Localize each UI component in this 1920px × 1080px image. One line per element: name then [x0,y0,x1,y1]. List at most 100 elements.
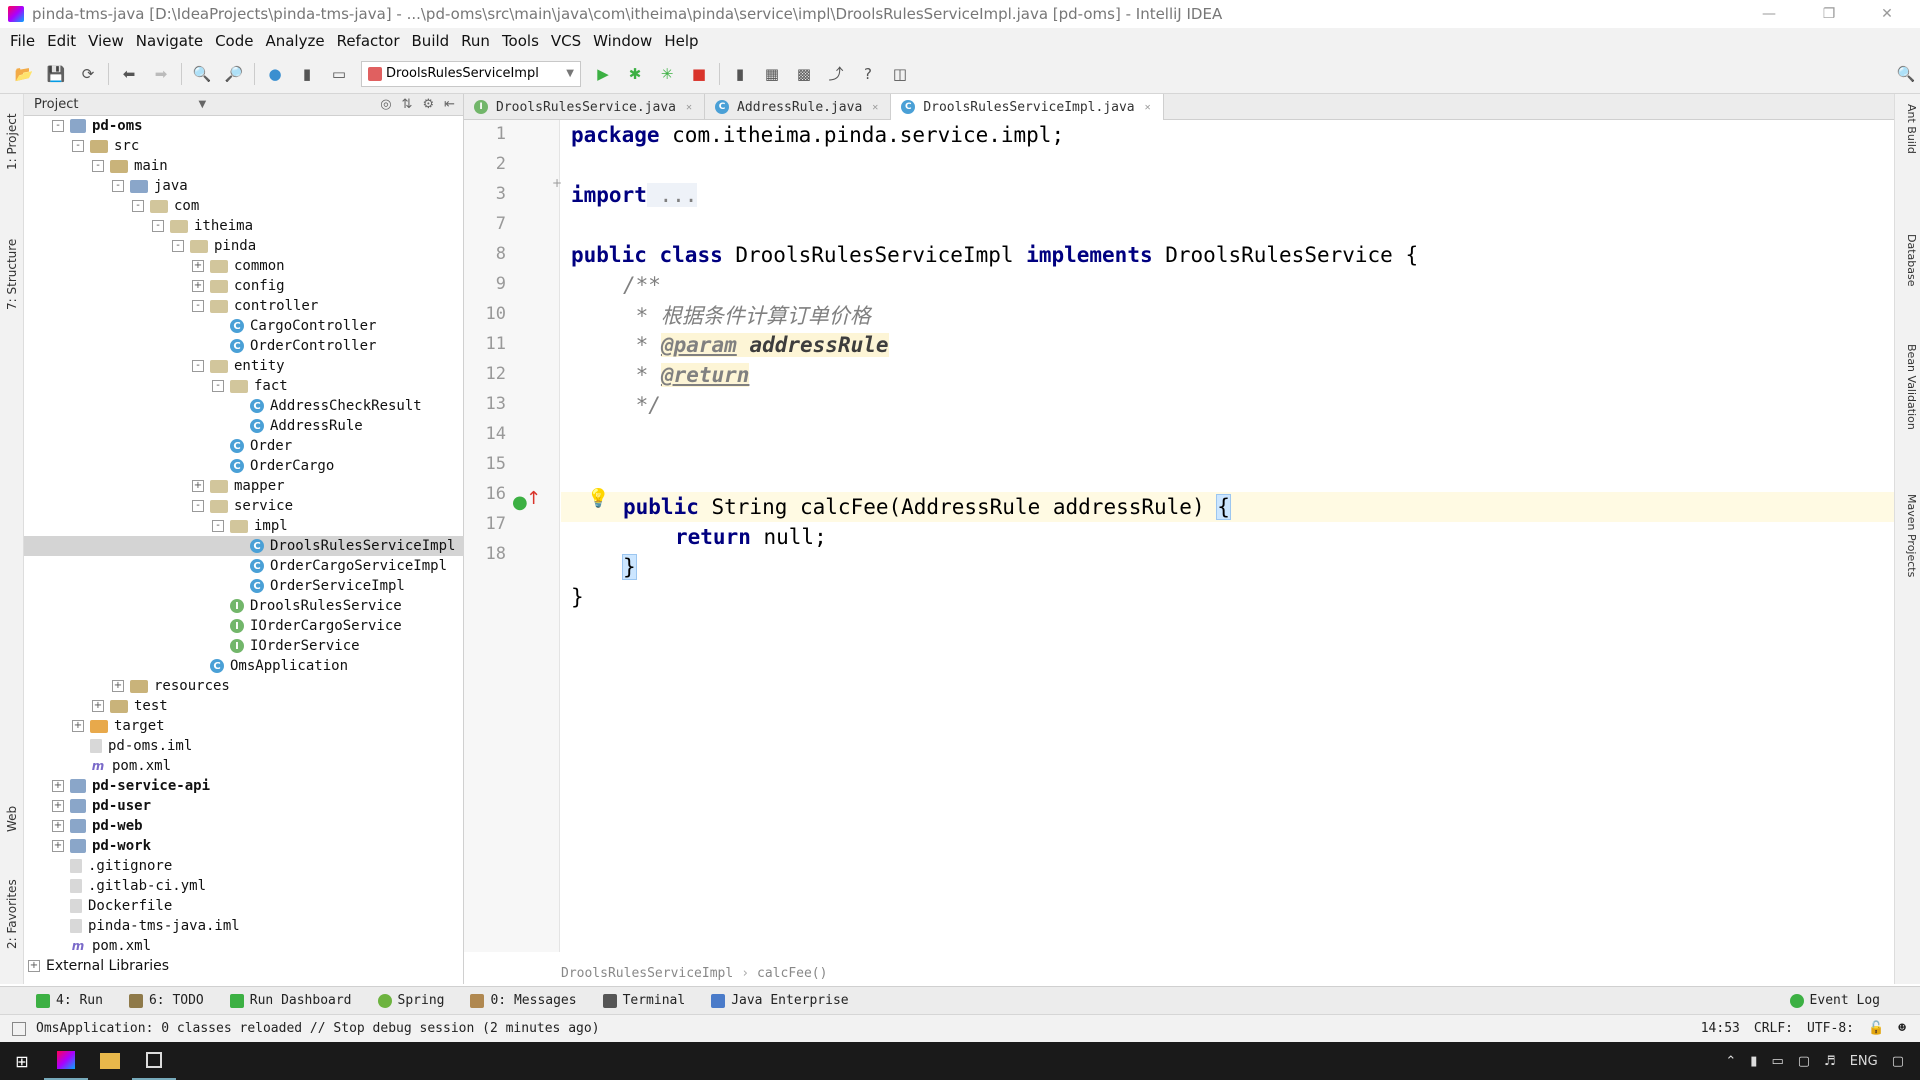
gear-icon[interactable]: ⚙ [422,97,434,112]
battery-icon[interactable]: ▭ [1771,1054,1783,1069]
forward-icon[interactable]: ➡ [149,62,173,86]
inspector-icon[interactable]: ☻ [1898,1021,1906,1036]
tree-item[interactable]: I DroolsRulesService [24,596,464,616]
tree-item[interactable]: + target [24,716,464,736]
tree-item[interactable]: - entity [24,356,464,376]
tree-item[interactable]: C AddressRule [24,416,464,436]
search-everywhere-icon[interactable]: 🔍 [1894,62,1918,86]
debug-icon[interactable]: ✱ [623,62,647,86]
tree-item[interactable]: C AddressCheckResult [24,396,464,416]
expand-icon[interactable]: + [192,480,204,492]
tree-item[interactable]: - pd-oms [24,116,464,136]
volume-icon[interactable]: ♬ [1824,1054,1836,1069]
toggle-tool-windows-icon[interactable] [12,1021,26,1036]
menu-analyze[interactable]: Analyze [259,32,330,50]
expand-icon[interactable]: + [192,280,204,292]
expand-icon[interactable]: + [92,700,104,712]
collapse-icon[interactable]: - [112,180,124,192]
lightbulb-icon[interactable]: 💡 [587,488,609,509]
microphone-icon[interactable]: ▮ [1750,1054,1757,1069]
tray-expand-icon[interactable]: ⌃ [1725,1054,1736,1069]
menu-navigate[interactable]: Navigate [130,32,209,50]
tab-drools-rules-service[interactable]: I DroolsRulesService.java ✕ [464,94,706,120]
restore-button[interactable]: ❐ [1806,0,1852,28]
notification-icon[interactable]: ▢ [1892,1054,1904,1069]
tool-tab-ant-build[interactable]: Ant Build [1898,104,1918,154]
collapse-icon[interactable]: - [152,220,164,232]
tool-todo[interactable]: 6: TODO [128,993,204,1008]
tree-item[interactable]: + pd-work [24,836,464,856]
tree-item[interactable]: m pom.xml [24,756,464,776]
tree-item[interactable]: C OmsApplication [24,656,464,676]
collapse-icon[interactable]: - [192,300,204,312]
tree-item[interactable]: - itheima [24,216,464,236]
tool-tab-favorites[interactable]: 2: Favorites [2,864,22,964]
tree-item[interactable]: I IOrderCargoService [24,616,464,636]
vcs-icon[interactable]: ▮ [728,62,752,86]
menu-tools[interactable]: Tools [496,32,545,50]
windows-start-icon[interactable]: ⊞ [0,1042,44,1080]
tree-item[interactable]: + pd-user [24,796,464,816]
collapse-icon[interactable]: - [192,500,204,512]
close-button[interactable]: ✕ [1864,0,1910,28]
intellij-taskbar-icon[interactable] [44,1042,88,1080]
tool-java-enterprise[interactable]: Java Enterprise [711,993,849,1008]
expand-icon[interactable]: + [112,680,124,692]
tree-item[interactable]: + mapper [24,476,464,496]
menu-refactor[interactable]: Refactor [331,32,406,50]
close-icon[interactable]: ✕ [686,102,692,113]
tool-tab-structure[interactable]: 7: Structure [2,224,22,324]
tool-tab-bean-validation[interactable]: Bean Validation [1898,344,1918,430]
input-language[interactable]: ENG [1850,1054,1878,1069]
minimize-button[interactable]: — [1746,0,1792,28]
expand-icon[interactable]: + [52,840,64,852]
tree-item[interactable]: C OrderController [24,336,464,356]
save-icon[interactable]: 💾 [44,62,68,86]
back-icon[interactable]: ⬅ [117,62,141,86]
close-icon[interactable]: ✕ [872,102,878,113]
tree-item[interactable]: - impl [24,516,464,536]
tree-item[interactable]: - com [24,196,464,216]
tree-item[interactable]: C DroolsRulesServiceImpl [24,536,464,556]
tree-item[interactable]: + common [24,256,464,276]
tool-run-dashboard[interactable]: Run Dashboard [229,993,352,1008]
menu-build[interactable]: Build [406,32,456,50]
tree-item[interactable]: I IOrderService [24,636,464,656]
expand-icon[interactable]: + [192,260,204,272]
tree-item[interactable]: - controller [24,296,464,316]
collapse-icon[interactable]: - [72,140,84,152]
tool-tab-web[interactable]: Web [2,794,22,844]
collapse-icon[interactable]: - [172,240,184,252]
caret-position[interactable]: 14:53 [1701,1021,1740,1036]
tree-item[interactable]: C Order [24,436,464,456]
tree-item[interactable]: m pom.xml [24,936,464,956]
replace-icon[interactable]: 🔎 [222,62,246,86]
collapse-icon[interactable]: - [132,200,144,212]
tree-item[interactable]: C CargoController [24,316,464,336]
file-explorer-icon[interactable] [88,1042,132,1080]
debug-config-icon[interactable]: ▭ [327,62,351,86]
expand-icon[interactable]: + [52,800,64,812]
update-icon[interactable]: ⤴ [824,62,848,86]
tree-item[interactable]: C OrderServiceImpl [24,576,464,596]
tool-event-log[interactable]: Event Log [1789,993,1880,1008]
menu-window[interactable]: Window [587,32,658,50]
tree-item[interactable]: C OrderCargoServiceImpl [24,556,464,576]
hide-panel-icon[interactable]: ⇤ [444,97,455,112]
menu-edit[interactable]: Edit [41,32,82,50]
project-panel-title[interactable]: Project [34,97,78,112]
tool-tab-project[interactable]: 1: Project [2,102,22,182]
network-icon[interactable]: ▢ [1798,1054,1810,1069]
tree-item[interactable]: + pd-service-api [24,776,464,796]
expand-icon[interactable]: + [52,780,64,792]
tree-item[interactable]: - main [24,156,464,176]
open-folder-icon[interactable]: 📂 [12,62,36,86]
sync-icon[interactable]: ⟳ [76,62,100,86]
expand-icon[interactable]: + [52,820,64,832]
tool-tab-maven-projects[interactable]: Maven Projects [1898,494,1918,577]
app-taskbar-icon[interactable] [132,1042,176,1080]
menu-vcs[interactable]: VCS [545,32,587,50]
menu-code[interactable]: Code [209,32,259,50]
tree-item[interactable]: + config [24,276,464,296]
expand-icon[interactable]: + [72,720,84,732]
